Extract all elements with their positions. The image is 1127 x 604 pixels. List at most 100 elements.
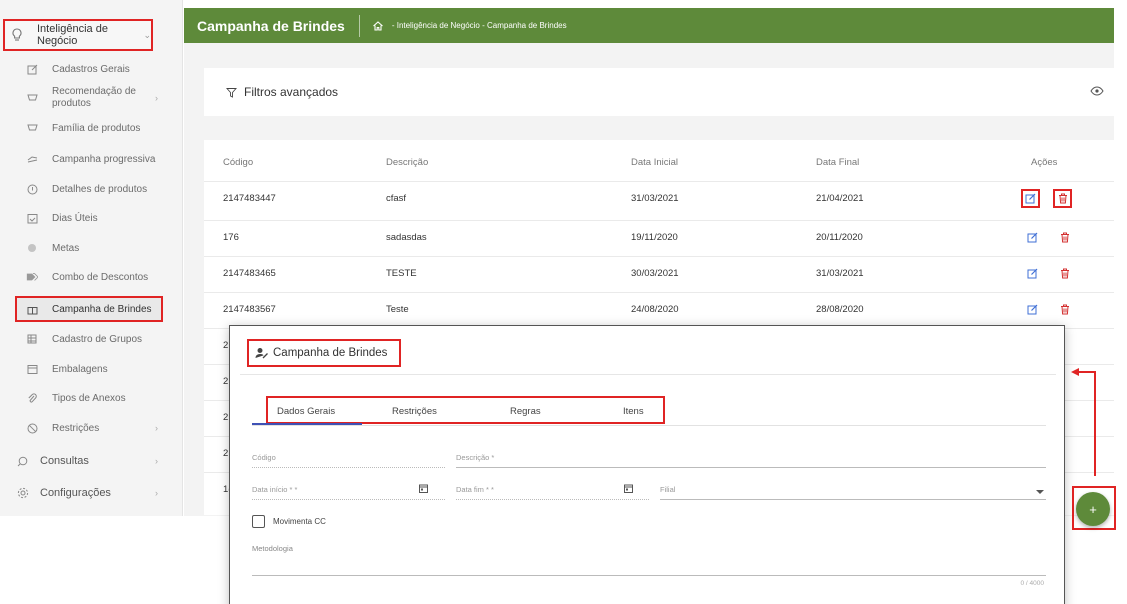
codigo-field[interactable]: Código: [252, 452, 445, 468]
basket-icon: [26, 92, 38, 104]
tabs-divider: [252, 425, 1046, 426]
delete-button[interactable]: [1055, 264, 1074, 283]
tab-itens[interactable]: Itens: [623, 406, 644, 417]
cell-codigo: 2147483465: [223, 268, 276, 279]
table-row[interactable]: 2147483465 TESTE 30/03/2021 31/03/2021: [204, 256, 1114, 288]
descricao-field[interactable]: Descrição *: [456, 452, 1046, 468]
sidebar-item-label: Inteligência de Negócio: [37, 23, 108, 47]
cell-codigo: 2147483567: [223, 304, 276, 315]
edit-button[interactable]: [1023, 300, 1042, 319]
attachment-icon: [26, 392, 38, 404]
table-row[interactable]: 2147483447 cfasf 31/03/2021 21/04/2021: [204, 181, 1114, 213]
trash-icon: [1060, 268, 1069, 279]
filial-select[interactable]: Filial: [660, 484, 1046, 500]
calendar-icon[interactable]: [419, 484, 428, 493]
column-header-data-final: Data Final: [816, 157, 860, 168]
home-icon[interactable]: [372, 20, 384, 32]
cell-data-final: 28/08/2020: [816, 304, 864, 315]
tab-restricoes[interactable]: Restrições: [392, 406, 437, 417]
tags-icon: [26, 271, 38, 283]
page-title: Campanha de Brindes: [197, 17, 345, 34]
sidebar-item-familia[interactable]: Família de produtos: [0, 121, 183, 135]
modal-divider: [240, 374, 1056, 375]
cell-descricao: Teste: [386, 304, 409, 315]
cell-data-inicial: 30/03/2021: [631, 268, 679, 279]
sidebar-item-consultas[interactable]: Consultas ›: [0, 454, 183, 468]
sidebar: Inteligência de Negócio ⌄ Cadastros Gera…: [0, 0, 183, 516]
cell-data-final: 21/04/2021: [816, 193, 864, 204]
edit-icon: [26, 63, 38, 75]
sidebar-item-cadastros-gerais[interactable]: Cadastros Gerais: [0, 62, 183, 76]
cell-data-inicial: 31/03/2021: [631, 193, 679, 204]
data-inicio-field[interactable]: Data início * *: [252, 484, 445, 500]
column-header-descricao: Descrição: [386, 157, 429, 168]
annotation-arrow: [1079, 371, 1096, 373]
chevron-right-icon: ›: [155, 93, 158, 103]
lightbulb-icon: [11, 28, 23, 42]
delete-button[interactable]: [1055, 300, 1074, 319]
search-icon: [16, 455, 29, 468]
advanced-filters-panel[interactable]: Filtros avançados: [204, 68, 1114, 116]
sidebar-item-inteligencia[interactable]: Inteligência de Negócio ⌄: [3, 19, 153, 51]
metodologia-textarea[interactable]: [252, 575, 1046, 576]
sidebar-item-metas[interactable]: Metas: [0, 241, 183, 255]
sidebar-item-recomendacao[interactable]: Recomendação de produtos ›: [0, 83, 183, 113]
filter-icon: [226, 87, 237, 98]
movimenta-cc-checkbox[interactable]: Movimenta CC: [252, 515, 326, 528]
column-header-codigo: Código: [223, 157, 254, 168]
sidebar-item-campanha-progressiva[interactable]: Campanha progressiva: [0, 152, 183, 166]
user-edit-icon: [255, 348, 268, 359]
edit-icon: [1027, 232, 1038, 243]
char-counter: 0 / 4000: [1020, 580, 1045, 587]
edit-icon: [1027, 304, 1038, 315]
grid-icon: [26, 333, 38, 345]
trash-icon: [1060, 232, 1069, 243]
trash-icon: [1058, 193, 1067, 204]
chevron-down-icon: ⌄: [143, 29, 151, 40]
cell-descricao: TESTE: [386, 268, 417, 279]
annotation-arrowhead: [1071, 368, 1079, 376]
delete-button[interactable]: [1053, 189, 1072, 208]
edit-button[interactable]: [1023, 264, 1042, 283]
calendar-check-icon: [26, 212, 38, 224]
dot-icon: [26, 242, 38, 254]
sidebar-item-combo[interactable]: Combo de Descontos: [0, 270, 183, 284]
cell-data-inicial: 24/08/2020: [631, 304, 679, 315]
cell-descricao: sadasdas: [386, 232, 427, 243]
modal-title: Campanha de Brindes: [247, 339, 401, 367]
column-header-data-inicial: Data Inicial: [631, 157, 678, 168]
sidebar-item-embalagens[interactable]: Embalagens: [0, 362, 183, 376]
trend-icon: [26, 153, 38, 165]
basket-icon: [26, 122, 38, 134]
sidebar-item-cadastro-grupos[interactable]: Cadastro de Grupos: [0, 332, 183, 346]
cell-data-final: 20/11/2020: [816, 232, 863, 243]
edit-button[interactable]: [1021, 189, 1040, 208]
sidebar-item-campanha-brindes[interactable]: Campanha de Brindes: [15, 296, 163, 322]
eye-icon[interactable]: [1090, 86, 1104, 96]
cell-data-inicial: 19/11/2020: [631, 232, 678, 243]
dropdown-arrow-icon[interactable]: [1036, 490, 1044, 494]
edit-icon: [1025, 193, 1036, 204]
sidebar-item-tipos-anexos[interactable]: Tipos de Anexos: [0, 391, 183, 405]
gift-icon: [26, 303, 38, 315]
data-fim-field[interactable]: Data fim * *: [456, 484, 649, 500]
sidebar-item-detalhes[interactable]: Detalhes de produtos: [0, 182, 183, 196]
delete-button[interactable]: [1055, 228, 1074, 247]
header-bar: Campanha de Brindes - Inteligência de Ne…: [184, 8, 1114, 43]
cell-codigo: 2147483447: [223, 193, 276, 204]
sidebar-item-restricoes[interactable]: Restrições ›: [0, 421, 183, 435]
campaign-modal: Campanha de Brindes Dados Gerais Restriç…: [229, 325, 1065, 604]
table-row[interactable]: 176 sadasdas 19/11/2020 20/11/2020: [204, 220, 1114, 252]
tab-dados-gerais[interactable]: Dados Gerais: [277, 406, 335, 417]
table-row[interactable]: 2147483567 Teste 24/08/2020 28/08/2020: [204, 292, 1114, 324]
checkbox-box[interactable]: [252, 515, 265, 528]
add-button[interactable]: +: [1076, 492, 1110, 526]
info-icon: [26, 183, 38, 195]
sidebar-item-configuracoes[interactable]: Configurações ›: [0, 486, 183, 500]
chevron-right-icon: ›: [155, 488, 158, 498]
tab-regras[interactable]: Regras: [510, 406, 541, 417]
edit-button[interactable]: [1023, 228, 1042, 247]
calendar-icon[interactable]: [624, 484, 633, 493]
sidebar-item-dias-uteis[interactable]: Dias Úteis: [0, 211, 183, 225]
chevron-right-icon: ›: [155, 423, 158, 433]
